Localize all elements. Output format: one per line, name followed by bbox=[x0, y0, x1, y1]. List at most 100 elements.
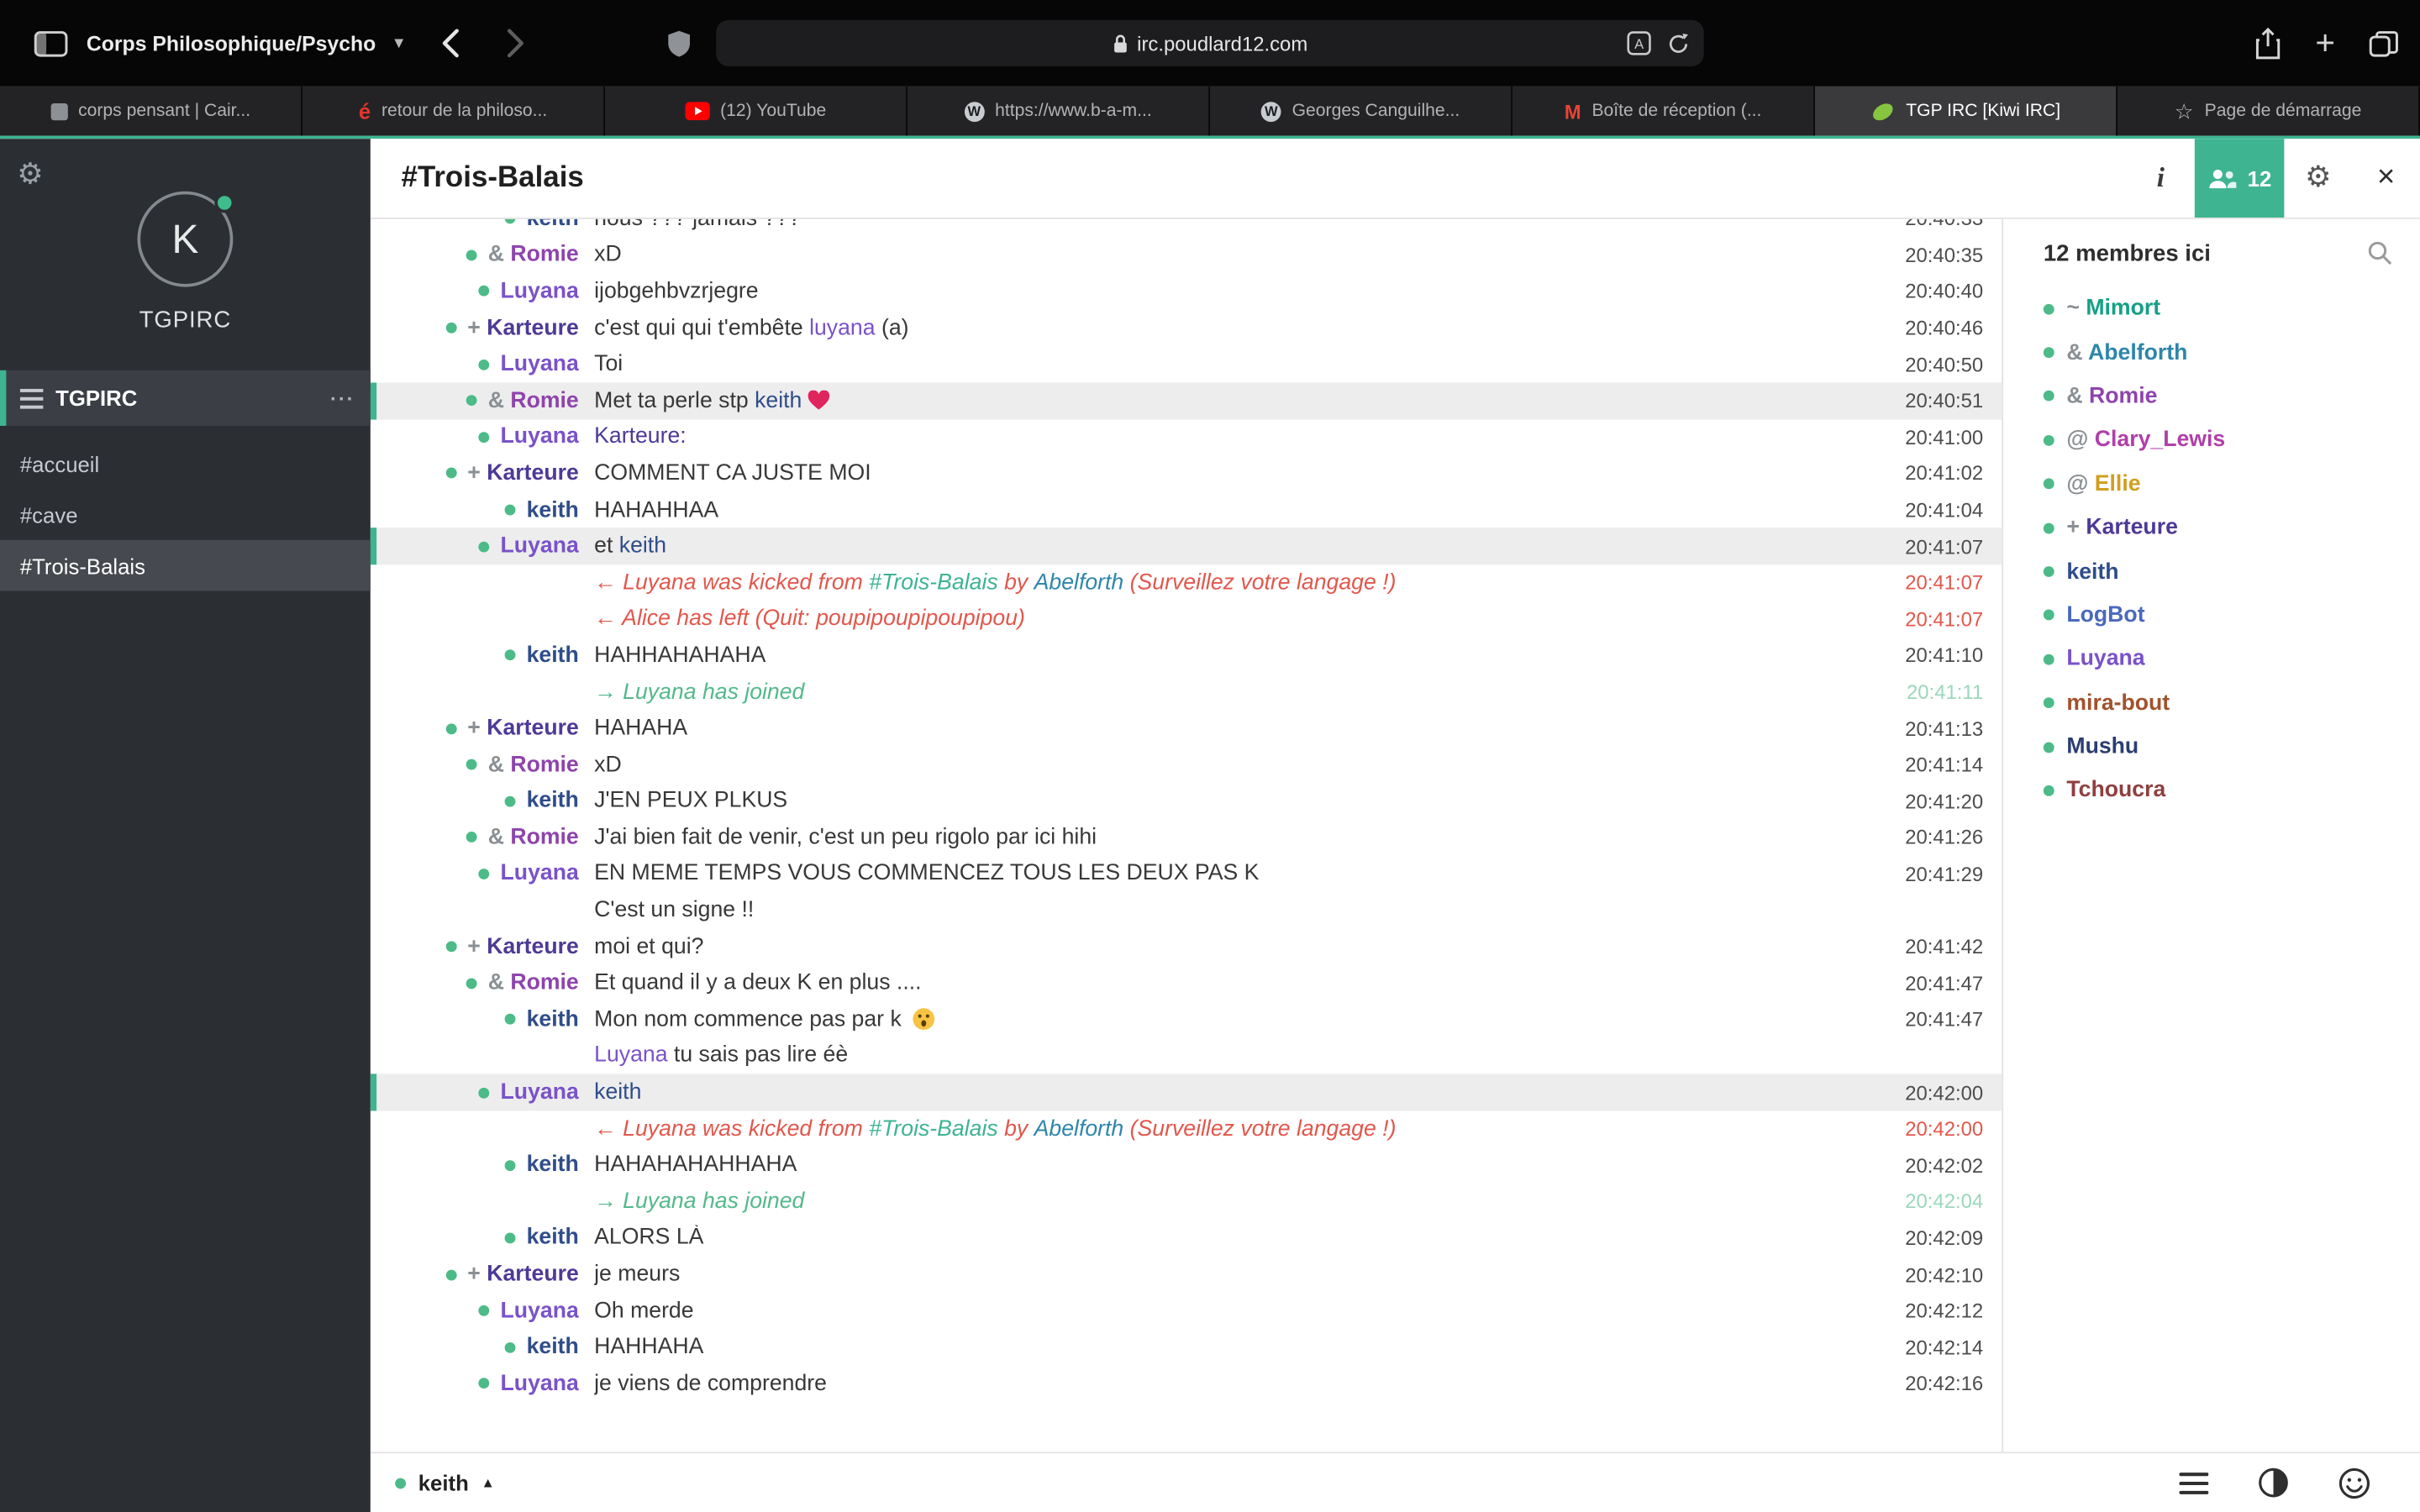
nick[interactable]: + Karteure bbox=[467, 461, 579, 486]
nick[interactable]: Luyana bbox=[501, 1299, 579, 1323]
member-item[interactable]: Tchoucra bbox=[2003, 769, 2420, 812]
channel-item[interactable]: #accueil bbox=[0, 438, 371, 490]
member-item[interactable]: @ Ellie bbox=[2003, 462, 2420, 506]
presence-dot-icon bbox=[504, 1159, 516, 1171]
nick-mention[interactable]: keith bbox=[594, 1080, 641, 1105]
close-channel-button[interactable]: × bbox=[2352, 139, 2420, 218]
browser-tab[interactable]: ☆ Page de démarrage bbox=[2117, 86, 2420, 136]
current-nick: keith bbox=[418, 1470, 469, 1495]
star-icon: ☆ bbox=[2174, 97, 2194, 123]
browser-tab[interactable]: (12) YouTube bbox=[604, 86, 908, 136]
sidebar-toggle-button[interactable] bbox=[34, 0, 68, 87]
browser-tab[interactable]: Whttps://www.b-a-m... bbox=[907, 86, 1210, 136]
nick-mention[interactable]: luyana bbox=[809, 316, 875, 340]
nick[interactable]: keith bbox=[527, 789, 579, 813]
message-tools-button[interactable] bbox=[2167, 1471, 2219, 1494]
emoji-picker-button[interactable] bbox=[2328, 1467, 2380, 1499]
member-item[interactable]: @ Clary_Lewis bbox=[2003, 418, 2420, 462]
nick[interactable]: & Romie bbox=[488, 243, 579, 267]
message-text: HAHHAHAHAHA bbox=[594, 643, 1863, 668]
tab-overview-icon[interactable] bbox=[2369, 30, 2398, 56]
surprised-emoji-icon bbox=[913, 1008, 936, 1032]
nick-mention[interactable]: Luyana bbox=[594, 1043, 667, 1068]
nick[interactable]: Luyana bbox=[501, 1371, 579, 1395]
nick[interactable]: Luyana bbox=[501, 534, 579, 559]
nick[interactable]: & Romie bbox=[488, 971, 579, 995]
member-item[interactable]: LogBot bbox=[2003, 594, 2420, 638]
channel-item[interactable]: #Trois-Balais bbox=[0, 539, 371, 591]
member-item[interactable]: keith bbox=[2003, 550, 2420, 594]
member-item[interactable]: & Abelforth bbox=[2003, 331, 2420, 375]
nick[interactable]: Luyana bbox=[501, 1080, 579, 1105]
member-item[interactable]: Mushu bbox=[2003, 725, 2420, 769]
nick[interactable]: keith bbox=[527, 219, 579, 231]
message-row: Luyana EN MEME TEMPS VOUS COMMENCEZ TOUS … bbox=[371, 856, 2002, 892]
nick[interactable]: + Karteure bbox=[467, 1262, 579, 1286]
app-settings-gear-icon[interactable]: ⚙ bbox=[17, 157, 43, 192]
presence-dot-icon bbox=[2043, 522, 2054, 533]
network-options-icon[interactable]: ··· bbox=[330, 386, 355, 410]
share-icon[interactable] bbox=[2255, 27, 2281, 60]
browser-tab[interactable]: corps pensant | Cair... bbox=[0, 86, 302, 136]
nick[interactable]: + Karteure bbox=[467, 934, 579, 958]
member-item[interactable]: & Romie bbox=[2003, 375, 2420, 418]
nick[interactable]: & Romie bbox=[488, 388, 579, 412]
channel-settings-button[interactable]: ⚙ bbox=[2284, 139, 2352, 218]
nick[interactable]: + Karteure bbox=[467, 316, 579, 340]
channel-item[interactable]: #cave bbox=[0, 489, 371, 540]
reload-icon[interactable] bbox=[1667, 32, 1691, 55]
presence-dot-icon bbox=[2043, 741, 2054, 753]
members-toggle-button[interactable]: 12 bbox=[2194, 139, 2285, 218]
nick[interactable]: + Karteure bbox=[467, 716, 579, 740]
forward-button[interactable] bbox=[506, 0, 524, 87]
nick-mention[interactable]: keith bbox=[619, 534, 666, 559]
nick[interactable]: & Romie bbox=[488, 753, 579, 777]
nick[interactable]: & Romie bbox=[488, 825, 579, 849]
network-row[interactable]: TGPIRC ··· bbox=[0, 370, 371, 426]
nick[interactable]: Luyana bbox=[501, 352, 579, 376]
text-format-button[interactable] bbox=[2247, 1467, 2299, 1499]
browser-tab[interactable]: W Georges Canguilhe... bbox=[1209, 86, 1512, 136]
nick[interactable]: keith bbox=[527, 1335, 579, 1359]
nick[interactable]: keith bbox=[527, 497, 579, 522]
tab-group-menu[interactable]: Corps Philosophique/Psycho ▼ bbox=[87, 0, 407, 87]
timestamp: 20:40:51 bbox=[1905, 389, 1984, 412]
message-list[interactable]: keith nous ??? jamais ??? 20:40:33 & Romie x… bbox=[370, 218, 2002, 1452]
nick[interactable]: keith bbox=[527, 1007, 579, 1032]
channel-info-button[interactable]: i bbox=[2127, 139, 2195, 218]
input-bar[interactable]: keith ▲ bbox=[370, 1452, 2420, 1512]
new-tab-button[interactable]: + bbox=[2315, 25, 2335, 60]
avatar[interactable]: K bbox=[137, 191, 235, 287]
browser-tab[interactable]: é retour de la philoso... bbox=[302, 86, 605, 136]
nick[interactable]: Luyana bbox=[501, 862, 579, 886]
member-item[interactable]: mira-bout bbox=[2003, 681, 2420, 725]
nick[interactable]: Luyana bbox=[501, 425, 579, 449]
translate-icon[interactable]: A bbox=[1627, 31, 1651, 55]
text-run: by bbox=[997, 1116, 1034, 1142]
mode-prefix: & bbox=[487, 970, 511, 996]
nick-mention[interactable]: keith bbox=[755, 388, 802, 412]
nick-mention[interactable]: Karteure: bbox=[594, 425, 687, 449]
channel-link[interactable]: #Trois-Balais bbox=[869, 570, 997, 595]
nick[interactable]: keith bbox=[527, 1226, 579, 1250]
server-message-row: ← Luyana was kicked from #Trois-Balais b… bbox=[371, 1110, 2002, 1147]
mode-prefix: + bbox=[467, 716, 487, 741]
browser-tab[interactable]: M Boîte de réception (... bbox=[1512, 86, 1815, 136]
address-bar[interactable]: irc.poudlard12.com A bbox=[716, 19, 1704, 66]
nick-mention[interactable]: Abelforth bbox=[1034, 570, 1124, 595]
nick[interactable]: Luyana bbox=[501, 279, 579, 303]
member-item[interactable]: + Karteure bbox=[2003, 506, 2420, 549]
search-icon[interactable] bbox=[2368, 241, 2392, 265]
back-button[interactable] bbox=[441, 0, 460, 87]
member-nick: Mimort bbox=[2086, 296, 2161, 322]
nick-selector[interactable]: keith ▲ bbox=[395, 1470, 495, 1495]
nick-mention[interactable]: Abelforth bbox=[1034, 1116, 1124, 1141]
privacy-shield-icon[interactable] bbox=[666, 0, 691, 87]
member-item[interactable]: ~ Mimort bbox=[2003, 287, 2420, 331]
nick[interactable]: keith bbox=[527, 1152, 579, 1177]
channel-link[interactable]: #Trois-Balais bbox=[869, 1116, 997, 1141]
member-item[interactable]: Luyana bbox=[2003, 638, 2420, 681]
browser-tab[interactable]: TGP IRC [Kiwi IRC] bbox=[1814, 86, 2118, 136]
member-nick: Clary_Lewis bbox=[2094, 428, 2226, 453]
nick[interactable]: keith bbox=[527, 643, 579, 668]
